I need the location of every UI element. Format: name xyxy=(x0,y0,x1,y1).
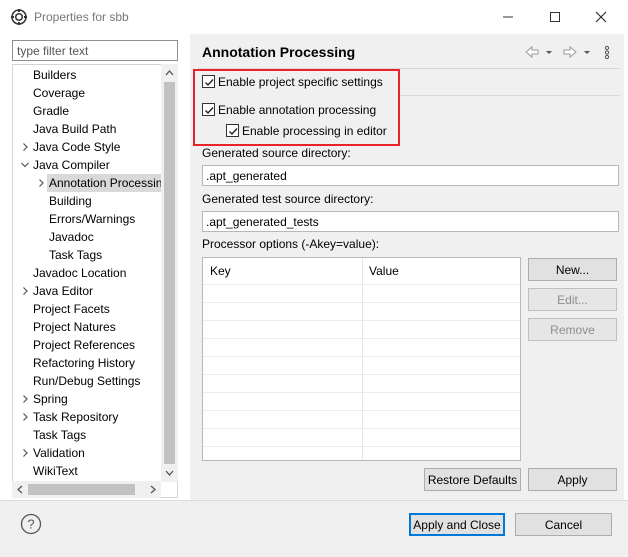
tree-vertical-scroll-thumb[interactable] xyxy=(164,82,175,464)
tree-item-label: Gradle xyxy=(33,104,70,118)
section-separator xyxy=(400,95,620,96)
generated-source-field[interactable] xyxy=(202,165,619,186)
tree-item-label: Java Build Path xyxy=(33,122,117,136)
tree-item[interactable]: Refactoring History xyxy=(13,354,163,372)
filter-input[interactable] xyxy=(12,40,178,61)
tree-item-label: Spring xyxy=(33,392,68,406)
tree-item-label: Annotation Processin xyxy=(47,174,165,192)
tree-item-label: Building xyxy=(49,194,92,208)
tree-item-label: Java Code Style xyxy=(33,140,121,154)
tree-item-label: Project Facets xyxy=(33,302,110,316)
tree-item[interactable]: Java Build Path xyxy=(13,120,163,138)
chevron-down-icon[interactable] xyxy=(19,156,31,174)
tree-item[interactable]: Gradle xyxy=(13,102,163,120)
window-title: Properties for sbb xyxy=(34,10,129,24)
tree-item-label: Task Repository xyxy=(33,410,119,424)
tree-item-label: Task Tags xyxy=(49,248,103,262)
chevron-right-icon[interactable] xyxy=(19,444,31,462)
generated-test-field[interactable] xyxy=(202,211,619,232)
restore-defaults-button[interactable]: Restore Defaults xyxy=(424,468,521,491)
tree-item[interactable]: Project Natures xyxy=(13,318,163,336)
chevron-right-icon[interactable] xyxy=(19,138,31,156)
tree-item-label: Errors/Warnings xyxy=(49,212,136,226)
eclipse-app-icon xyxy=(11,9,27,25)
svg-text:?: ? xyxy=(27,517,34,532)
tree-item[interactable]: Coverage xyxy=(13,84,163,102)
apply-button[interactable]: Apply xyxy=(528,468,617,491)
table-row-line xyxy=(203,302,520,303)
cancel-button[interactable]: Cancel xyxy=(515,513,612,536)
forward-arrow-icon[interactable] xyxy=(562,44,578,60)
view-menu-icon[interactable] xyxy=(602,44,612,60)
tree-item[interactable]: Java Editor xyxy=(13,282,163,300)
chevron-right-icon[interactable] xyxy=(19,390,31,408)
table-row-line xyxy=(203,446,520,447)
tree-item-label: WikiText xyxy=(33,464,78,478)
tree-item[interactable]: Java Compiler xyxy=(13,156,163,174)
table-row-line xyxy=(203,338,520,339)
edit-button[interactable]: Edit... xyxy=(528,288,617,311)
generated-test-label: Generated test source directory: xyxy=(202,192,374,206)
table-row-line xyxy=(203,428,520,429)
new-button[interactable]: New... xyxy=(528,258,617,281)
help-icon[interactable]: ? xyxy=(20,513,42,535)
dropdown-icon[interactable] xyxy=(582,44,592,60)
remove-button[interactable]: Remove xyxy=(528,318,617,341)
page-title: Annotation Processing xyxy=(202,44,356,60)
tree-item[interactable]: Task Tags xyxy=(13,426,163,444)
close-icon[interactable] xyxy=(589,6,613,28)
processor-options-table[interactable]: Key Value xyxy=(202,257,521,461)
tree-item[interactable]: WikiText xyxy=(13,462,163,480)
tree-item[interactable]: Task Repository xyxy=(13,408,163,426)
tree-item[interactable]: Task Tags xyxy=(13,246,163,264)
dropdown-icon[interactable] xyxy=(544,44,554,60)
table-row-line xyxy=(203,392,520,393)
tree-item[interactable]: Run/Debug Settings xyxy=(13,372,163,390)
tree-horizontal-scroll-thumb[interactable] xyxy=(28,484,135,495)
generated-source-label: Generated source directory: xyxy=(202,146,351,160)
tree-item[interactable]: Javadoc xyxy=(13,228,163,246)
property-tree[interactable]: Builders Coverage Gradle Java Build Path Jav… xyxy=(12,64,178,498)
table-header-value[interactable]: Value xyxy=(362,258,520,284)
tree-item[interactable]: Project References xyxy=(13,336,163,354)
tree-item[interactable]: Builders xyxy=(13,66,163,84)
tree-item[interactable]: Project Facets xyxy=(13,300,163,318)
tree-item[interactable]: Building xyxy=(13,192,163,210)
maximize-icon[interactable] xyxy=(543,6,567,28)
apply-and-close-button[interactable]: Apply and Close xyxy=(409,513,505,536)
tree-item[interactable]: Annotation Processin xyxy=(13,174,165,192)
tree-item-label: Javadoc Location xyxy=(33,266,127,280)
tree-item-label: Builders xyxy=(33,68,77,82)
table-row-line xyxy=(203,410,520,411)
tree-item-label: Java Compiler xyxy=(33,158,110,172)
tree-item-label: Javadoc xyxy=(49,230,94,244)
chevron-right-icon[interactable] xyxy=(19,282,31,300)
back-arrow-icon[interactable] xyxy=(524,44,540,60)
tree-item-label: Project Natures xyxy=(33,320,116,334)
minimize-icon[interactable] xyxy=(496,6,520,28)
table-row-line xyxy=(203,284,520,285)
column-separator xyxy=(362,258,363,460)
tree-item[interactable]: Java Code Style xyxy=(13,138,163,156)
tree-item-label: Validation xyxy=(33,446,85,460)
tree-item-label: Java Editor xyxy=(33,284,94,298)
tree-item[interactable]: Validation xyxy=(13,444,163,462)
tree-item-label: Coverage xyxy=(33,86,86,100)
chevron-right-icon[interactable] xyxy=(19,408,31,426)
processor-options-label: Processor options (-Akey=value): xyxy=(202,237,380,251)
tree-item-label: Task Tags xyxy=(33,428,87,442)
tree-item[interactable]: Spring xyxy=(13,390,163,408)
tree-item[interactable]: Javadoc Location xyxy=(13,264,163,282)
highlight-annotation-box xyxy=(193,69,400,146)
table-row-line xyxy=(203,320,520,321)
tree-item-label: Run/Debug Settings xyxy=(33,374,141,388)
tree-item-label: Project References xyxy=(33,338,136,352)
table-row-line xyxy=(203,356,520,357)
chevron-right-icon[interactable] xyxy=(35,174,47,192)
table-header-key[interactable]: Key xyxy=(203,258,362,284)
tree-item-label: Refactoring History xyxy=(33,356,136,370)
table-row-line xyxy=(203,374,520,375)
tree-item[interactable]: Errors/Warnings xyxy=(13,210,163,228)
